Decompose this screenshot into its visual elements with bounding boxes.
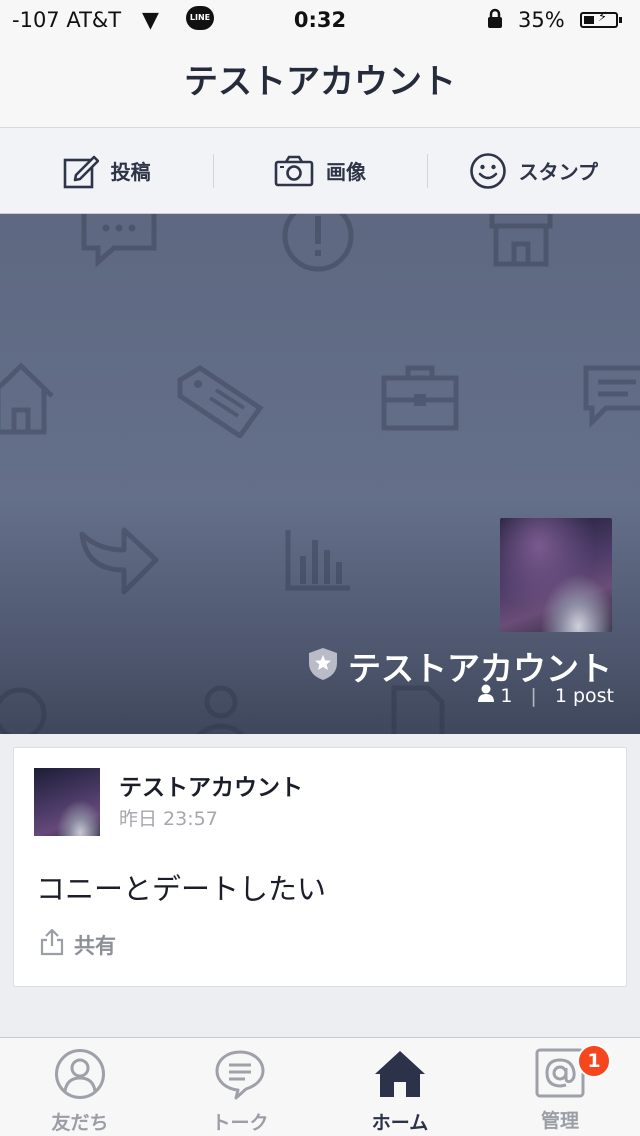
notification-badge: 1 (577, 1044, 611, 1078)
tab-talk[interactable]: トーク (160, 1038, 320, 1136)
compose-label: 投稿 (110, 160, 151, 184)
share-icon (40, 928, 64, 961)
sticker-label: スタンプ (518, 160, 599, 184)
home-icon (373, 1048, 427, 1104)
rotation-lock-icon (484, 8, 506, 35)
account-name-row: テストアカウント (308, 642, 612, 690)
sticker-post-button[interactable]: スタンプ (426, 128, 640, 213)
house-icon (0, 362, 54, 435)
post-card[interactable]: テストアカウント 昨日 23:57 コニーとデートしたい 共有 (13, 747, 627, 987)
compose-post-button[interactable]: 投稿 (0, 128, 213, 213)
talk-icon (214, 1048, 266, 1104)
official-shield-icon (308, 647, 338, 685)
account-stats: 1 | 1 post (478, 684, 614, 707)
tab-manage[interactable]: 管理 1 (480, 1038, 640, 1136)
profile-avatar[interactable] (500, 518, 612, 632)
tab-manage-label: 管理 (540, 1110, 579, 1132)
tab-home-label: ホーム (371, 1112, 429, 1134)
profile-cover[interactable]: テストアカウント 1 | 1 post (0, 214, 640, 734)
camera-icon (274, 155, 314, 187)
tag-icon (177, 365, 264, 438)
briefcase-icon (381, 365, 459, 431)
share-arrow-icon (79, 527, 159, 595)
friends-icon (54, 1048, 106, 1104)
compose-icon (63, 153, 99, 189)
user-icon (196, 685, 246, 734)
page-title: テストアカウント (184, 62, 456, 102)
bar-chart-icon (285, 530, 350, 591)
post-timestamp: 昨日 23:57 (119, 808, 218, 830)
post-author-avatar[interactable] (34, 768, 100, 836)
alert-icon (282, 214, 354, 272)
battery-percent: 35% (518, 8, 565, 32)
shop-icon (489, 214, 553, 267)
person-icon (0, 687, 47, 734)
stats-divider: | (530, 684, 537, 707)
action-toolbar: 投稿 画像 スタンプ (0, 128, 640, 214)
account-name: テストアカウント (348, 649, 612, 688)
chat-bubble-icon (81, 214, 157, 268)
status-bar: -107 AT&T ▼ LINE 0:32 35% ⚡ (0, 0, 640, 40)
post-author-name[interactable]: テストアカウント (119, 768, 303, 802)
tab-friends-label: 友だち (51, 1112, 109, 1134)
image-post-button[interactable]: 画像 (213, 128, 426, 213)
share-button[interactable]: 共有 (40, 928, 116, 961)
message-icon (583, 365, 640, 429)
battery-tip (619, 17, 622, 23)
follower-count: 1 (500, 684, 513, 707)
smiley-icon (469, 152, 507, 190)
tab-home[interactable]: ホーム (320, 1038, 480, 1136)
follower-icon (478, 684, 495, 707)
post-body-text: コニーとデートしたい (36, 872, 327, 906)
nav-bar: テストアカウント (0, 40, 640, 128)
battery-icon: ⚡ (580, 10, 618, 28)
image-label: 画像 (325, 160, 366, 184)
post-count: 1 post (554, 684, 614, 707)
tab-bar: 友だち トーク ホーム 管理 1 (0, 1037, 640, 1136)
tab-talk-label: トーク (211, 1112, 269, 1134)
share-label: 共有 (74, 933, 116, 958)
tab-friends[interactable]: 友だち (0, 1038, 160, 1136)
document-icon (391, 685, 445, 734)
